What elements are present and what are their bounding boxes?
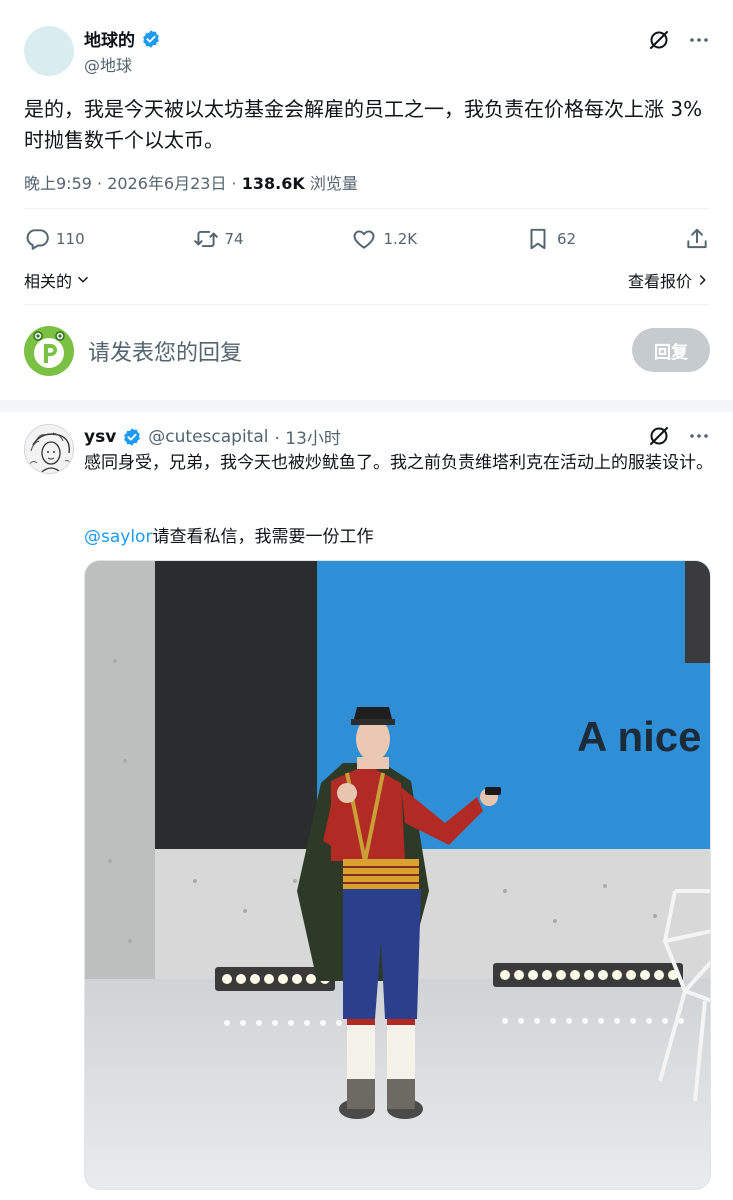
tweet-top-actions (647, 424, 711, 448)
bookmark-action[interactable]: 62 (525, 226, 576, 252)
section-divider (0, 400, 733, 412)
user-avatar[interactable] (24, 326, 74, 376)
author-row: ysv @cutescapital · 13小时 (84, 424, 341, 450)
reply-button[interactable]: 回复 (632, 328, 710, 372)
display-name[interactable]: ysv (84, 427, 116, 447)
bookmark-count: 62 (557, 230, 577, 248)
sketch-portrait-icon (25, 425, 73, 473)
reply-composer: 请发表您的回复 回复 (24, 326, 710, 376)
related-row: 相关的 查看报价 (24, 268, 710, 292)
timestamp[interactable]: 晚上9:59 · 2026年6月23日 · (24, 174, 242, 193)
related-toggle[interactable]: 相关的 (24, 268, 90, 292)
like-action[interactable]: 1.2K (351, 226, 417, 252)
tweet-top-actions (647, 28, 711, 52)
screen-text: A nice (577, 713, 701, 760)
avatar[interactable] (24, 26, 74, 76)
reply-icon (26, 229, 49, 250)
view-quotes-label: 查看报价 (627, 272, 692, 291)
tweet-text: 是的，我是今天被以太坊基金会解雇的员工之一，我负责在价格每次上涨 3% 时抛售数… (24, 97, 703, 152)
retweet-icon (193, 230, 218, 248)
reply-tweet: ysv @cutescapital · 13小时 感同身受，兄弟，我今天也被炒鱿… (0, 412, 733, 1200)
views-label: 浏览量 (304, 174, 358, 193)
verified-badge-icon (124, 427, 141, 446)
display-name[interactable]: 地球的 (84, 26, 135, 51)
tweet-text-second: @saylor请查看私信，我需要一份工作 (84, 522, 373, 547)
retweet-count: 74 (224, 230, 244, 248)
tweet-meta: 晚上9:59 · 2026年6月23日 · 138.6K 浏览量 (24, 170, 358, 194)
more-icon[interactable] (687, 28, 711, 52)
view-quotes-link[interactable]: 查看报价 (628, 268, 710, 292)
reply-input[interactable]: 请发表您的回复 (88, 335, 242, 367)
chevron-down-icon (78, 276, 88, 283)
chevron-right-icon (699, 275, 706, 285)
more-icon[interactable] (687, 424, 711, 448)
bookmark-icon (530, 228, 546, 250)
avatar[interactable] (24, 424, 74, 474)
main-tweet: 地球的 @地球 是的，我是今天被以太坊基金会解雇的员工之一，我负责在价格每次上涨… (0, 0, 733, 400)
verified-badge-icon (143, 29, 159, 48)
like-count: 1.2K (383, 230, 418, 248)
related-label: 相关的 (24, 272, 73, 291)
engagement-bar: 110 74 1.2K 62 (24, 226, 710, 252)
retweet-action[interactable]: 74 (193, 226, 244, 252)
reply-action[interactable]: 110 (24, 226, 85, 252)
like-icon (354, 230, 375, 249)
handle[interactable]: @地球 (84, 52, 132, 76)
grok-icon[interactable] (647, 28, 671, 52)
divider (24, 208, 710, 209)
tweet-text: 感同身受，兄弟，我今天也被炒鱿鱼了。我之前负责维塔利克在活动上的服装设计。 (84, 453, 713, 473)
author-row: 地球的 (84, 26, 161, 51)
mention-link[interactable]: @saylor (84, 527, 152, 547)
share-icon (687, 228, 707, 249)
tweet-photo[interactable]: A nice (84, 560, 711, 1190)
views-count: 138.6K (241, 174, 305, 193)
post-time[interactable]: · 13小时 (274, 424, 340, 449)
divider (24, 304, 710, 305)
handle[interactable]: @cutescapital (148, 427, 268, 447)
tweet-text-second-body: 请查看私信，我需要一份工作 (152, 527, 374, 547)
share-action[interactable] (684, 226, 710, 252)
stage-photo: A nice (85, 561, 710, 1189)
reply-count: 110 (56, 230, 85, 248)
grok-icon[interactable] (647, 424, 671, 448)
